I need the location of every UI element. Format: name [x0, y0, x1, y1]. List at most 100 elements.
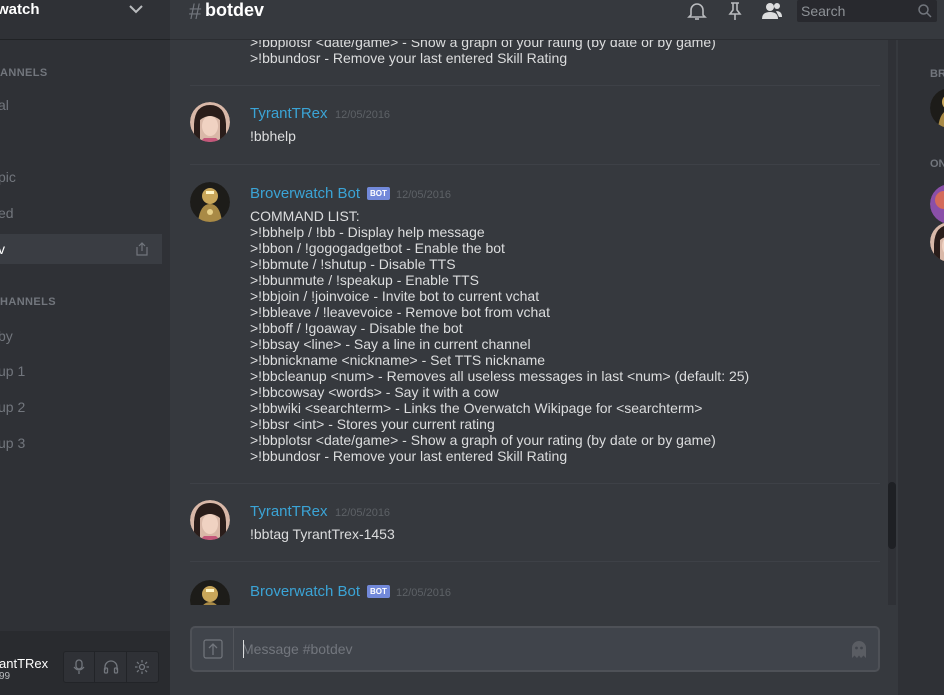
category-text-channels[interactable]: ANNELS	[0, 67, 48, 79]
user-panel: antTRex 99	[0, 631, 170, 695]
server-name: watch	[0, 1, 40, 18]
bot-tag: BOT	[367, 585, 390, 598]
channel-item[interactable]: ed	[0, 198, 162, 228]
message-line: COMMAND LIST:	[250, 208, 360, 224]
channel-label: v	[0, 241, 5, 257]
channel-label: up 2	[0, 399, 26, 415]
channel-label: by	[0, 328, 13, 344]
avatar[interactable]	[190, 500, 230, 540]
message-timestamp: 12/05/2016	[396, 587, 452, 599]
mute-button[interactable]	[64, 652, 96, 682]
bot-tag: BOT	[367, 187, 390, 200]
message-line: >!bbnickname <nickname> - Set TTS nickna…	[250, 352, 546, 368]
user-discriminator: 99	[0, 671, 11, 682]
message-line: >!bbunmute / !speakup - Enable TTS	[250, 272, 479, 288]
author-name[interactable]: Broverwatch Bot	[250, 185, 360, 202]
message-line: >!bbleave / !leavevoice - Remove bot fro…	[250, 304, 550, 320]
gear-icon	[135, 660, 150, 674]
dva-avatar-icon	[190, 500, 230, 540]
message-timestamp: 12/05/2016	[335, 109, 391, 121]
author-name[interactable]: Broverwatch Bot	[250, 583, 360, 600]
message-line: >!bbmute / !shutup - Disable TTS	[250, 256, 456, 272]
chevron-down-icon[interactable]	[128, 3, 144, 15]
message-composer	[190, 626, 880, 672]
channel-label: up 3	[0, 435, 26, 451]
message-content: >!bbplotsr <date/game> - Show a graph of…	[250, 40, 716, 66]
bell-icon[interactable]	[686, 0, 708, 22]
channel-title: botdev	[205, 0, 265, 20]
bot-avatar-icon	[190, 580, 230, 605]
search-icon[interactable]	[917, 3, 933, 19]
message-content: !bbtag TyrantTrex-1453	[250, 526, 395, 542]
member-avatar[interactable]	[930, 222, 944, 262]
message-divider	[190, 85, 880, 86]
member-avatar[interactable]	[930, 88, 944, 128]
message-line: >!bbundosr - Remove your last entered Sk…	[250, 50, 568, 66]
author-name[interactable]: TyrantTRex	[250, 503, 328, 520]
avatar[interactable]	[190, 182, 230, 222]
message-line: >!bbsr <int> - Stores your current ratin…	[250, 416, 495, 432]
channel-item[interactable]: al	[0, 90, 162, 120]
message-line: !bbhelp	[250, 128, 296, 144]
channel-sidebar: watch ANNELS al pic ed v HANNELS by up 1…	[0, 0, 170, 695]
pin-icon[interactable]	[724, 0, 746, 22]
server-header[interactable]: watch	[0, 0, 170, 40]
scrollbar-thumb[interactable]	[888, 482, 896, 549]
avatar[interactable]	[190, 580, 230, 605]
search-input[interactable]	[801, 0, 911, 22]
upload-button[interactable]	[192, 628, 234, 670]
search-box	[797, 0, 937, 22]
author-name[interactable]: TyrantTRex	[250, 105, 328, 122]
voice-channel-item[interactable]: up 2	[0, 392, 162, 422]
message-line: >!bbundosr - Remove your last entered Sk…	[250, 448, 568, 464]
message-timestamp: 12/05/2016	[335, 507, 391, 519]
settings-button[interactable]	[127, 652, 158, 682]
category-voice-channels[interactable]: HANNELS	[0, 296, 56, 308]
bot-avatar-icon	[190, 182, 230, 222]
message-line: >!bbplotsr <date/game> - Show a graph of…	[250, 40, 716, 50]
deafen-button[interactable]	[95, 652, 127, 682]
channel-item-botdev[interactable]: v	[0, 234, 162, 264]
message-input[interactable]	[242, 628, 832, 670]
avatar[interactable]	[190, 102, 230, 142]
message-line: >!bbsay <line> - Say a line in current c…	[250, 336, 531, 352]
voice-channel-item[interactable]: up 1	[0, 356, 162, 386]
voice-controls	[63, 651, 159, 683]
message-content: COMMAND LIST: >!bbhelp / !bb - Display h…	[250, 208, 749, 464]
members-icon[interactable]	[761, 0, 783, 22]
message-line: >!bbcowsay <words> - Say it with a cow	[250, 384, 499, 400]
channel-item[interactable]: pic	[0, 162, 162, 192]
channel-hash: #	[189, 0, 202, 24]
invite-icon[interactable]	[134, 241, 150, 257]
text-caret	[243, 640, 244, 658]
dva-avatar-icon	[930, 222, 944, 262]
channel-label: al	[0, 97, 9, 113]
channel-label: up 1	[0, 363, 26, 379]
message-divider	[190, 164, 880, 165]
voice-channel-item[interactable]: up 3	[0, 428, 162, 458]
message-line: >!bbjoin / !joinvoice - Invite bot to cu…	[250, 288, 540, 304]
headphones-icon	[103, 660, 118, 674]
message-line: >!bbwiki <searchterm> - Links the Overwa…	[250, 400, 703, 416]
message-line: >!bbcleanup <num> - Removes all useless …	[250, 368, 750, 384]
message-list: >!bbplotsr <date/game> - Show a graph of…	[170, 40, 895, 605]
microphone-icon	[73, 659, 85, 674]
message-divider	[190, 483, 880, 484]
message-divider	[190, 561, 880, 562]
bot-avatar-icon	[930, 88, 944, 128]
message-content: !bbhelp	[250, 128, 296, 144]
username: antTRex	[0, 656, 49, 671]
channel-label: pic	[0, 169, 16, 185]
upload-icon	[202, 639, 223, 659]
channel-label: ed	[0, 205, 14, 221]
message-timestamp: 12/05/2016	[396, 189, 452, 201]
emoji-icon[interactable]	[848, 638, 870, 660]
member-list: BR ON	[898, 40, 944, 695]
voice-channel-item[interactable]: by	[0, 321, 162, 351]
member-category: ON	[930, 158, 944, 170]
message-line: >!bboff / !goaway - Disable the bot	[250, 320, 463, 336]
dva-avatar-icon	[190, 102, 230, 142]
member-category: BR	[930, 68, 944, 80]
member-avatar[interactable]	[930, 184, 944, 224]
member-avatar-icon	[930, 184, 944, 224]
